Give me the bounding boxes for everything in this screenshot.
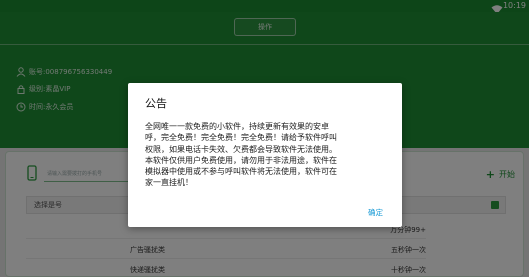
dialog-body: 全网唯一一款免费的小软件，持续更新有效果的安卓 呼，完全免费！完全免费！完全免费… (145, 122, 337, 188)
announcement-dialog: 公告 全网唯一一款免费的小软件，持续更新有效果的安卓 呼，完全免费！完全免费！完… (128, 83, 402, 227)
confirm-button[interactable]: 确定 (368, 207, 383, 218)
dialog-title: 公告 (145, 97, 167, 110)
